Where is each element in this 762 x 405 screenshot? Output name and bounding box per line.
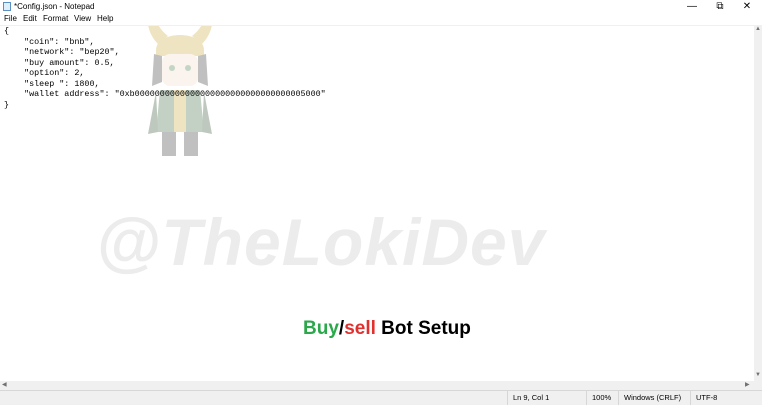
caption-rest: Bot Setup (375, 318, 471, 339)
horizontal-scrollbar[interactable]: ◀ ▶ (0, 381, 754, 390)
scroll-right-icon[interactable]: ▶ (745, 381, 750, 390)
text-editor[interactable]: @TheLokiDev { "coin": "bnb", "network": … (0, 25, 754, 382)
status-bar: Ln 9, Col 1 100% Windows (CRLF) UTF-8 (0, 390, 762, 405)
caption-buy: Buy (303, 318, 339, 339)
caption-title: Buy/sell Bot Setup (303, 318, 471, 340)
watermark-text: @TheLokiDev (96, 205, 546, 279)
caption-sell: sell (344, 318, 376, 339)
code-line: "wallet address": "0xb000000000000000000… (4, 89, 326, 99)
close-button[interactable]: ✕ (733, 0, 761, 13)
window-title: *Config.json - Notepad (14, 2, 95, 11)
notepad-icon (3, 2, 11, 11)
code-line: "network": "bep20", (4, 47, 120, 57)
menu-file[interactable]: File (4, 13, 17, 25)
menu-bar: File Edit Format View Help (0, 13, 762, 25)
restore-button[interactable]: ⧉ (706, 0, 734, 13)
code-line: "sleep ": 1800, (4, 78, 100, 89)
menu-view[interactable]: View (74, 13, 91, 25)
title-bar: *Config.json - Notepad — ⧉ ✕ (0, 0, 762, 13)
menu-help[interactable]: Help (97, 13, 113, 25)
scroll-left-icon[interactable]: ◀ (2, 381, 7, 390)
scrollbar-corner (754, 381, 762, 390)
code-line: { (4, 26, 10, 36)
code-line: } (4, 99, 10, 110)
code-line: "buy amount": 0.5, (4, 57, 115, 68)
minimize-button[interactable]: — (678, 0, 706, 13)
menu-edit[interactable]: Edit (23, 13, 37, 25)
menu-format[interactable]: Format (43, 13, 68, 25)
status-line-ending: Windows (CRLF) (618, 391, 690, 405)
scroll-up-icon[interactable]: ▲ (755, 25, 761, 34)
code-line: "option": 2, (4, 68, 85, 78)
scroll-down-icon[interactable]: ▼ (755, 371, 761, 380)
status-zoom: 100% (586, 391, 618, 405)
editor-content: { "coin": "bnb", "network": "bep20", "bu… (4, 26, 326, 110)
notepad-window: *Config.json - Notepad — ⧉ ✕ File Edit F… (0, 0, 762, 405)
code-line: "coin": "bnb", (4, 36, 95, 47)
vertical-scrollbar[interactable]: ▲ ▼ (754, 25, 762, 381)
status-cursor-position: Ln 9, Col 1 (507, 391, 586, 405)
status-encoding: UTF-8 (690, 391, 762, 405)
